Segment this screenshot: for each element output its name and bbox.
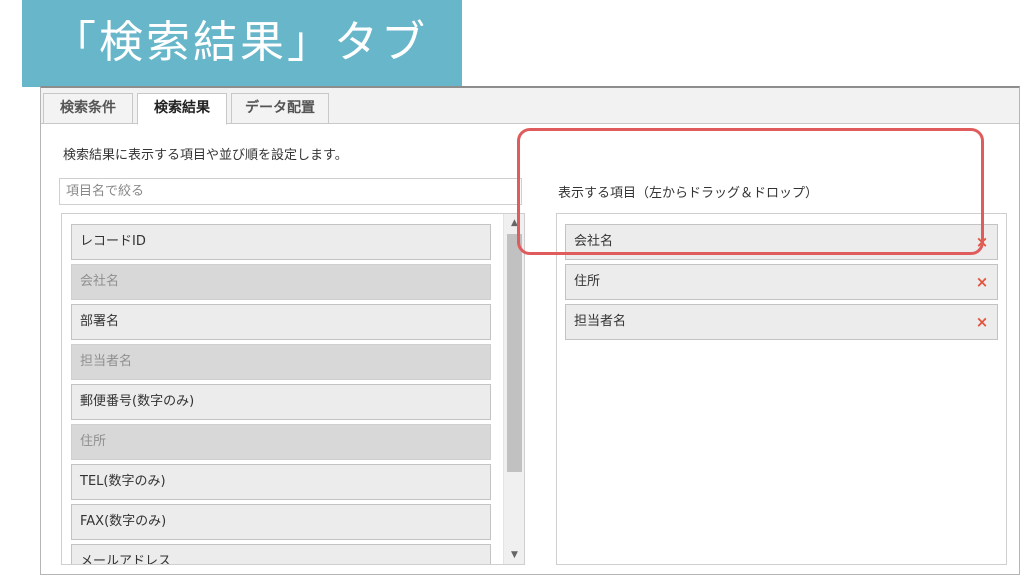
display-item-company-name[interactable]: 会社名 × (565, 224, 998, 260)
list-item-company-name[interactable]: 会社名 (71, 264, 491, 300)
scroll-down-arrow-icon[interactable]: ▼ (504, 546, 524, 564)
list-item-email[interactable]: メールアドレス (71, 544, 491, 564)
display-item-label: 住所 (574, 274, 601, 289)
remove-icon[interactable]: × (973, 305, 991, 339)
list-item-postal-code[interactable]: 郵便番号(数字のみ) (71, 384, 491, 420)
list-scrollbar[interactable]: ▲ ▼ (503, 214, 524, 564)
display-items: 会社名 × 住所 × 担当者名 × (565, 224, 998, 344)
available-items-list: レコードID 会社名 部署名 担当者名 郵便番号(数字のみ) 住所 TEL(数字… (61, 213, 525, 565)
tab-data-layout[interactable]: データ配置 (231, 93, 329, 124)
list-item-record-id[interactable]: レコードID (71, 224, 491, 260)
tab-search-conditions[interactable]: 検索条件 (43, 93, 133, 124)
banner-title: 「検索結果」タブ (52, 17, 428, 68)
remove-icon[interactable]: × (973, 225, 991, 259)
display-item-address[interactable]: 住所 × (565, 264, 998, 300)
remove-icon[interactable]: × (973, 265, 991, 299)
description-text: 検索結果に表示する項目や並び順を設定します。 (63, 148, 348, 163)
list-item-contact-name[interactable]: 担当者名 (71, 344, 491, 380)
display-item-label: 会社名 (574, 234, 614, 249)
display-items-title: 表示する項目（左からドラッグ＆ドロップ） (558, 186, 819, 201)
display-item-label: 担当者名 (574, 314, 627, 329)
tab-bar: 検索条件 検索結果 データ配置 (41, 88, 1019, 125)
list-item-address[interactable]: 住所 (71, 424, 491, 460)
list-item-tel[interactable]: TEL(数字のみ) (71, 464, 491, 500)
scroll-up-arrow-icon[interactable]: ▲ (504, 214, 524, 232)
display-items-dropzone[interactable]: 会社名 × 住所 × 担当者名 × (556, 213, 1007, 565)
list-item-fax[interactable]: FAX(数字のみ) (71, 504, 491, 540)
settings-panel: 検索条件 検索結果 データ配置 検索結果に表示する項目や並び順を設定します。 表… (40, 86, 1020, 575)
tab-search-results[interactable]: 検索結果 (137, 93, 227, 125)
available-items: レコードID 会社名 部署名 担当者名 郵便番号(数字のみ) 住所 TEL(数字… (71, 224, 491, 564)
scroll-thumb[interactable] (507, 234, 522, 472)
display-item-contact-name[interactable]: 担当者名 × (565, 304, 998, 340)
title-banner: 「検索結果」タブ (22, 0, 462, 87)
filter-input[interactable] (59, 178, 522, 205)
list-item-department[interactable]: 部署名 (71, 304, 491, 340)
